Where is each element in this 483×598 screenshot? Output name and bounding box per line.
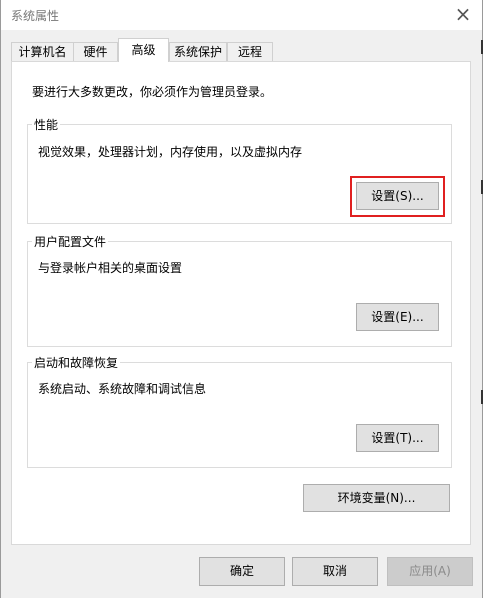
tab-advanced[interactable]: 高级 [118, 38, 169, 62]
admin-notice: 要进行大多数更改，你必须作为管理员登录。 [32, 85, 273, 99]
apply-button[interactable]: 应用(A) [387, 557, 473, 586]
tab-remote[interactable]: 远程 [227, 42, 273, 62]
performance-group-title: 性能 [32, 116, 61, 133]
performance-group: 性能 视觉效果，处理器计划，内存使用，以及虚拟内存 设置(S)... [27, 116, 452, 224]
performance-description: 视觉效果，处理器计划，内存使用，以及虚拟内存 [38, 145, 303, 159]
startup-recovery-group-title: 启动和故障恢复 [32, 354, 121, 371]
startup-recovery-settings-button[interactable]: 设置(T)... [356, 424, 439, 452]
advanced-tab-panel: 要进行大多数更改，你必须作为管理员登录。 性能 视觉效果，处理器计划，内存使用，… [11, 61, 471, 545]
tab-strip: 计算机名 硬件 高级 系统保护 远程 [11, 38, 471, 62]
tab-system-protection[interactable]: 系统保护 [169, 42, 227, 62]
startup-recovery-group: 启动和故障恢复 系统启动、系统故障和调试信息 设置(T)... [27, 354, 452, 468]
highlight-box [350, 176, 445, 217]
tab-hardware[interactable]: 硬件 [73, 42, 118, 62]
environment-variables-button[interactable]: 环境变量(N)... [303, 484, 450, 512]
startup-recovery-description: 系统启动、系统故障和调试信息 [38, 382, 207, 396]
user-profiles-description: 与登录帐户相关的桌面设置 [38, 261, 183, 275]
system-properties-dialog: 系统属性 × 计算机名 硬件 高级 系统保护 远程 要进行大多数更改，你必须作为… [0, 0, 483, 598]
tab-computer-name[interactable]: 计算机名 [11, 42, 74, 62]
ok-button[interactable]: 确定 [199, 557, 285, 586]
close-icon[interactable]: × [452, 4, 474, 26]
title-bar[interactable]: 系统属性 × [1, 0, 482, 30]
user-profiles-group: 用户配置文件 与登录帐户相关的桌面设置 设置(E)... [27, 233, 452, 347]
user-profiles-group-title: 用户配置文件 [32, 233, 109, 250]
window-title: 系统属性 [11, 9, 60, 23]
user-profiles-settings-button[interactable]: 设置(E)... [356, 303, 439, 331]
cancel-button[interactable]: 取消 [292, 557, 378, 586]
